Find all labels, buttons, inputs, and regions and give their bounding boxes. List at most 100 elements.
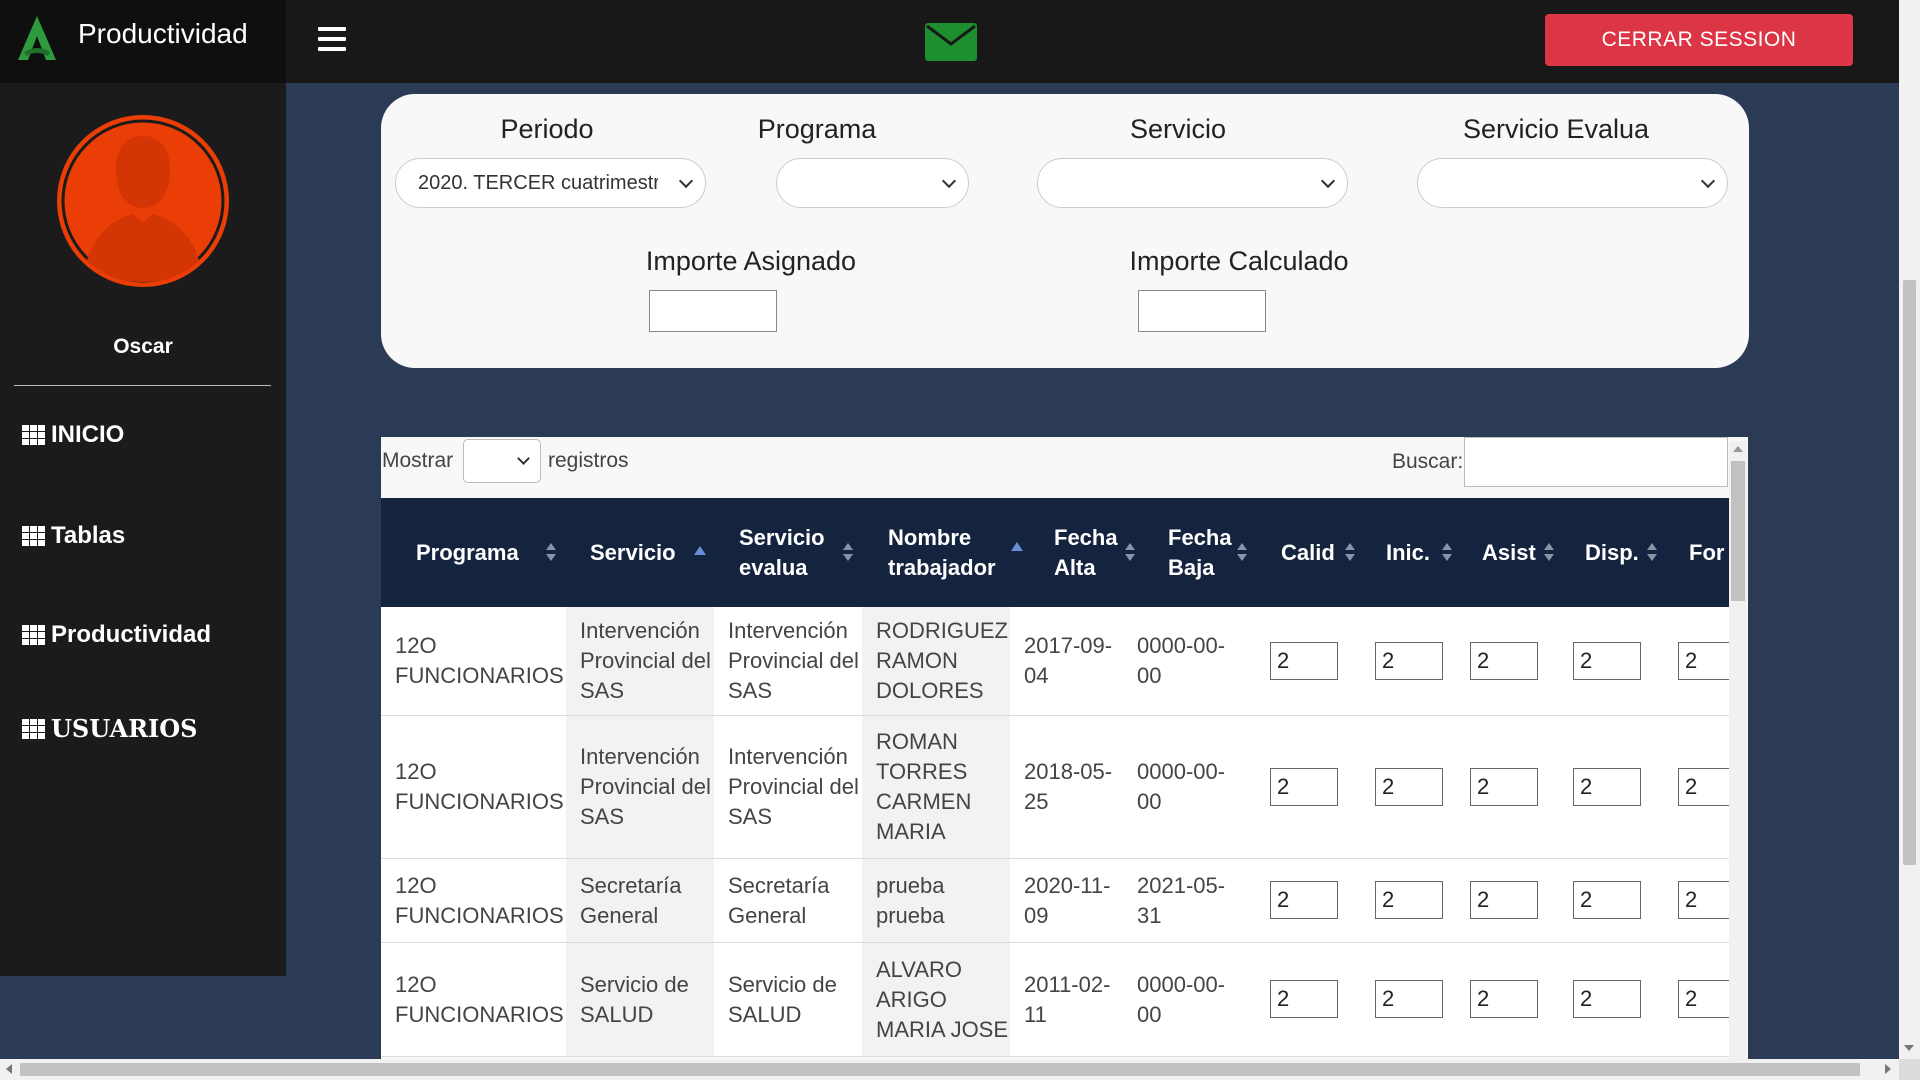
sidebar-item-tablas[interactable]: Tablas xyxy=(22,522,125,550)
cell-servicio-evalua: Intervención Provincial del SAS xyxy=(728,744,859,829)
chevron-down-icon xyxy=(1320,173,1336,189)
table-row[interactable]: 12O FUNCIONARIOS Secretaría General Secr… xyxy=(381,859,1738,943)
sidebar-item-inicio[interactable]: INICIO xyxy=(22,421,124,449)
cell-servicio-evalua: Servicio de SALUD xyxy=(728,971,837,1027)
column-header-servicio[interactable]: Servicio xyxy=(590,498,710,607)
sort-icon xyxy=(546,543,556,563)
cell-nombre: ROMAN TORRES CARMEN MARIA xyxy=(862,716,1010,858)
calid-input[interactable]: 2 xyxy=(1270,881,1338,919)
table-header: Programa Servicio Servicio evalua Nombre… xyxy=(381,498,1729,607)
column-header-fecha-alta[interactable]: Fecha Alta xyxy=(1054,498,1126,607)
column-header-fecha-baja[interactable]: Fecha Baja xyxy=(1168,498,1240,607)
column-header-programa[interactable]: Programa xyxy=(416,498,546,607)
cell-nombre: ALVARO ARIGO MARIA JOSE xyxy=(862,943,1010,1056)
inic-input[interactable]: 2 xyxy=(1375,768,1443,806)
chevron-down-icon xyxy=(1700,173,1716,189)
programa-select[interactable] xyxy=(776,158,969,208)
column-header-inic[interactable]: Inic. xyxy=(1386,498,1446,607)
scroll-right-icon[interactable] xyxy=(1885,1064,1891,1074)
column-header-servicio-evalua[interactable]: Servicio evalua xyxy=(739,498,839,607)
table-scrollbar[interactable] xyxy=(1729,441,1747,1080)
scrollbar-thumb[interactable] xyxy=(1903,280,1916,865)
servicio-evalua-select[interactable] xyxy=(1417,158,1728,208)
search-label: Buscar: xyxy=(1392,450,1464,473)
column-header-label: Inic. xyxy=(1386,539,1431,565)
asist-input[interactable]: 2 xyxy=(1470,980,1538,1018)
sort-icon xyxy=(1442,543,1452,563)
page-horizontal-scrollbar[interactable] xyxy=(0,1059,1899,1080)
scrollbar-thumb[interactable] xyxy=(20,1063,1860,1076)
brand[interactable]: Productividad xyxy=(0,0,286,83)
cell-programa: 12O FUNCIONARIOS xyxy=(395,759,564,814)
importe-asignado-input[interactable] xyxy=(649,290,777,332)
menu-toggle-icon[interactable] xyxy=(318,27,346,53)
scroll-down-icon[interactable] xyxy=(1904,1045,1914,1051)
column-header-label: Disp. xyxy=(1585,539,1639,565)
scroll-left-icon[interactable] xyxy=(6,1064,12,1074)
scroll-up-icon[interactable] xyxy=(1733,446,1743,452)
calid-input[interactable]: 2 xyxy=(1270,642,1338,680)
column-header-label: Servicio evalua xyxy=(739,524,825,580)
sort-asc-icon xyxy=(694,546,706,555)
periodo-value: 2020. TERCER cuatrimestre xyxy=(418,172,658,194)
data-table-panel: Mostrar registros Buscar: Programa Servi… xyxy=(381,437,1748,1080)
sidebar-item-label: Tablas xyxy=(51,522,126,549)
records-label: registros xyxy=(548,449,629,472)
show-entries-label: Mostrar xyxy=(382,449,454,472)
programa-label: Programa xyxy=(757,114,877,144)
filter-panel: Periodo 2020. TERCER cuatrimestre Progra… xyxy=(381,94,1749,368)
table-row[interactable]: 12O FUNCIONARIOS Intervención Provincial… xyxy=(381,716,1738,859)
scrollbar-thumb[interactable] xyxy=(1731,461,1745,601)
table-row[interactable]: 12O FUNCIONARIOS Intervención Provincial… xyxy=(381,607,1738,716)
asist-input[interactable]: 2 xyxy=(1470,642,1538,680)
column-header-nombre[interactable]: Nombre trabajador xyxy=(888,498,1013,607)
column-header-label: Calid xyxy=(1281,539,1335,565)
inic-input[interactable]: 2 xyxy=(1375,980,1443,1018)
column-header-asist[interactable]: Asist xyxy=(1482,498,1542,607)
page-length-select[interactable] xyxy=(463,439,541,483)
importe-calculado-label: Importe Calculado xyxy=(1129,246,1349,276)
cell-programa: 12O FUNCIONARIOS xyxy=(395,971,564,1027)
disp-input[interactable]: 2 xyxy=(1573,881,1641,919)
importe-asignado-label: Importe Asignado xyxy=(645,246,857,276)
sort-icon xyxy=(1345,543,1355,563)
search-input[interactable] xyxy=(1464,437,1728,487)
grid-icon xyxy=(22,718,45,739)
asist-input[interactable]: 2 xyxy=(1470,768,1538,806)
grid-icon xyxy=(22,526,45,546)
calid-input[interactable]: 2 xyxy=(1270,768,1338,806)
disp-input[interactable]: 2 xyxy=(1573,768,1641,806)
asist-input[interactable]: 2 xyxy=(1470,881,1538,919)
sidebar-item-usuarios[interactable]: USUARIOS xyxy=(22,714,197,743)
chevron-down-icon xyxy=(678,173,694,189)
app-title: Productividad xyxy=(78,18,248,49)
disp-input[interactable]: 2 xyxy=(1573,980,1641,1018)
cell-servicio-evalua: Intervención Provincial del SAS xyxy=(728,618,859,703)
table-row[interactable]: 12O FUNCIONARIOS Servicio de SALUD Servi… xyxy=(381,943,1738,1057)
inic-input[interactable]: 2 xyxy=(1375,642,1443,680)
sort-icon xyxy=(1647,543,1657,563)
cell-programa: 12O FUNCIONARIOS xyxy=(395,872,564,928)
page-vertical-scrollbar[interactable] xyxy=(1899,0,1920,1059)
cell-nombre: RODRIGUEZ RAMON DOLORES xyxy=(862,607,1010,715)
sidebar: Oscar INICIO Tablas Productividad USUARI… xyxy=(0,83,286,976)
periodo-select[interactable]: 2020. TERCER cuatrimestre xyxy=(395,158,706,208)
disp-input[interactable]: 2 xyxy=(1573,642,1641,680)
cell-servicio: Intervención Provincial del SAS xyxy=(566,607,714,715)
column-header-calid[interactable]: Calid xyxy=(1281,498,1351,607)
inic-input[interactable]: 2 xyxy=(1375,881,1443,919)
servicio-select[interactable] xyxy=(1037,158,1348,208)
top-navbar: Productividad CERRAR SESSION xyxy=(0,0,1899,83)
sidebar-item-label: USUARIOS xyxy=(51,714,198,743)
column-header-disp[interactable]: Disp. xyxy=(1585,498,1645,607)
logout-button[interactable]: CERRAR SESSION xyxy=(1545,14,1853,66)
sidebar-item-productividad[interactable]: Productividad xyxy=(22,621,211,649)
sidebar-item-label: INICIO xyxy=(51,421,125,448)
calid-input[interactable]: 2 xyxy=(1270,980,1338,1018)
envelope-icon[interactable] xyxy=(925,23,977,61)
grid-icon xyxy=(22,625,45,645)
importe-calculado-input[interactable] xyxy=(1138,290,1266,332)
sort-icon xyxy=(1237,543,1247,563)
avatar[interactable] xyxy=(57,110,229,292)
column-header-label: Fecha Baja xyxy=(1168,524,1232,580)
